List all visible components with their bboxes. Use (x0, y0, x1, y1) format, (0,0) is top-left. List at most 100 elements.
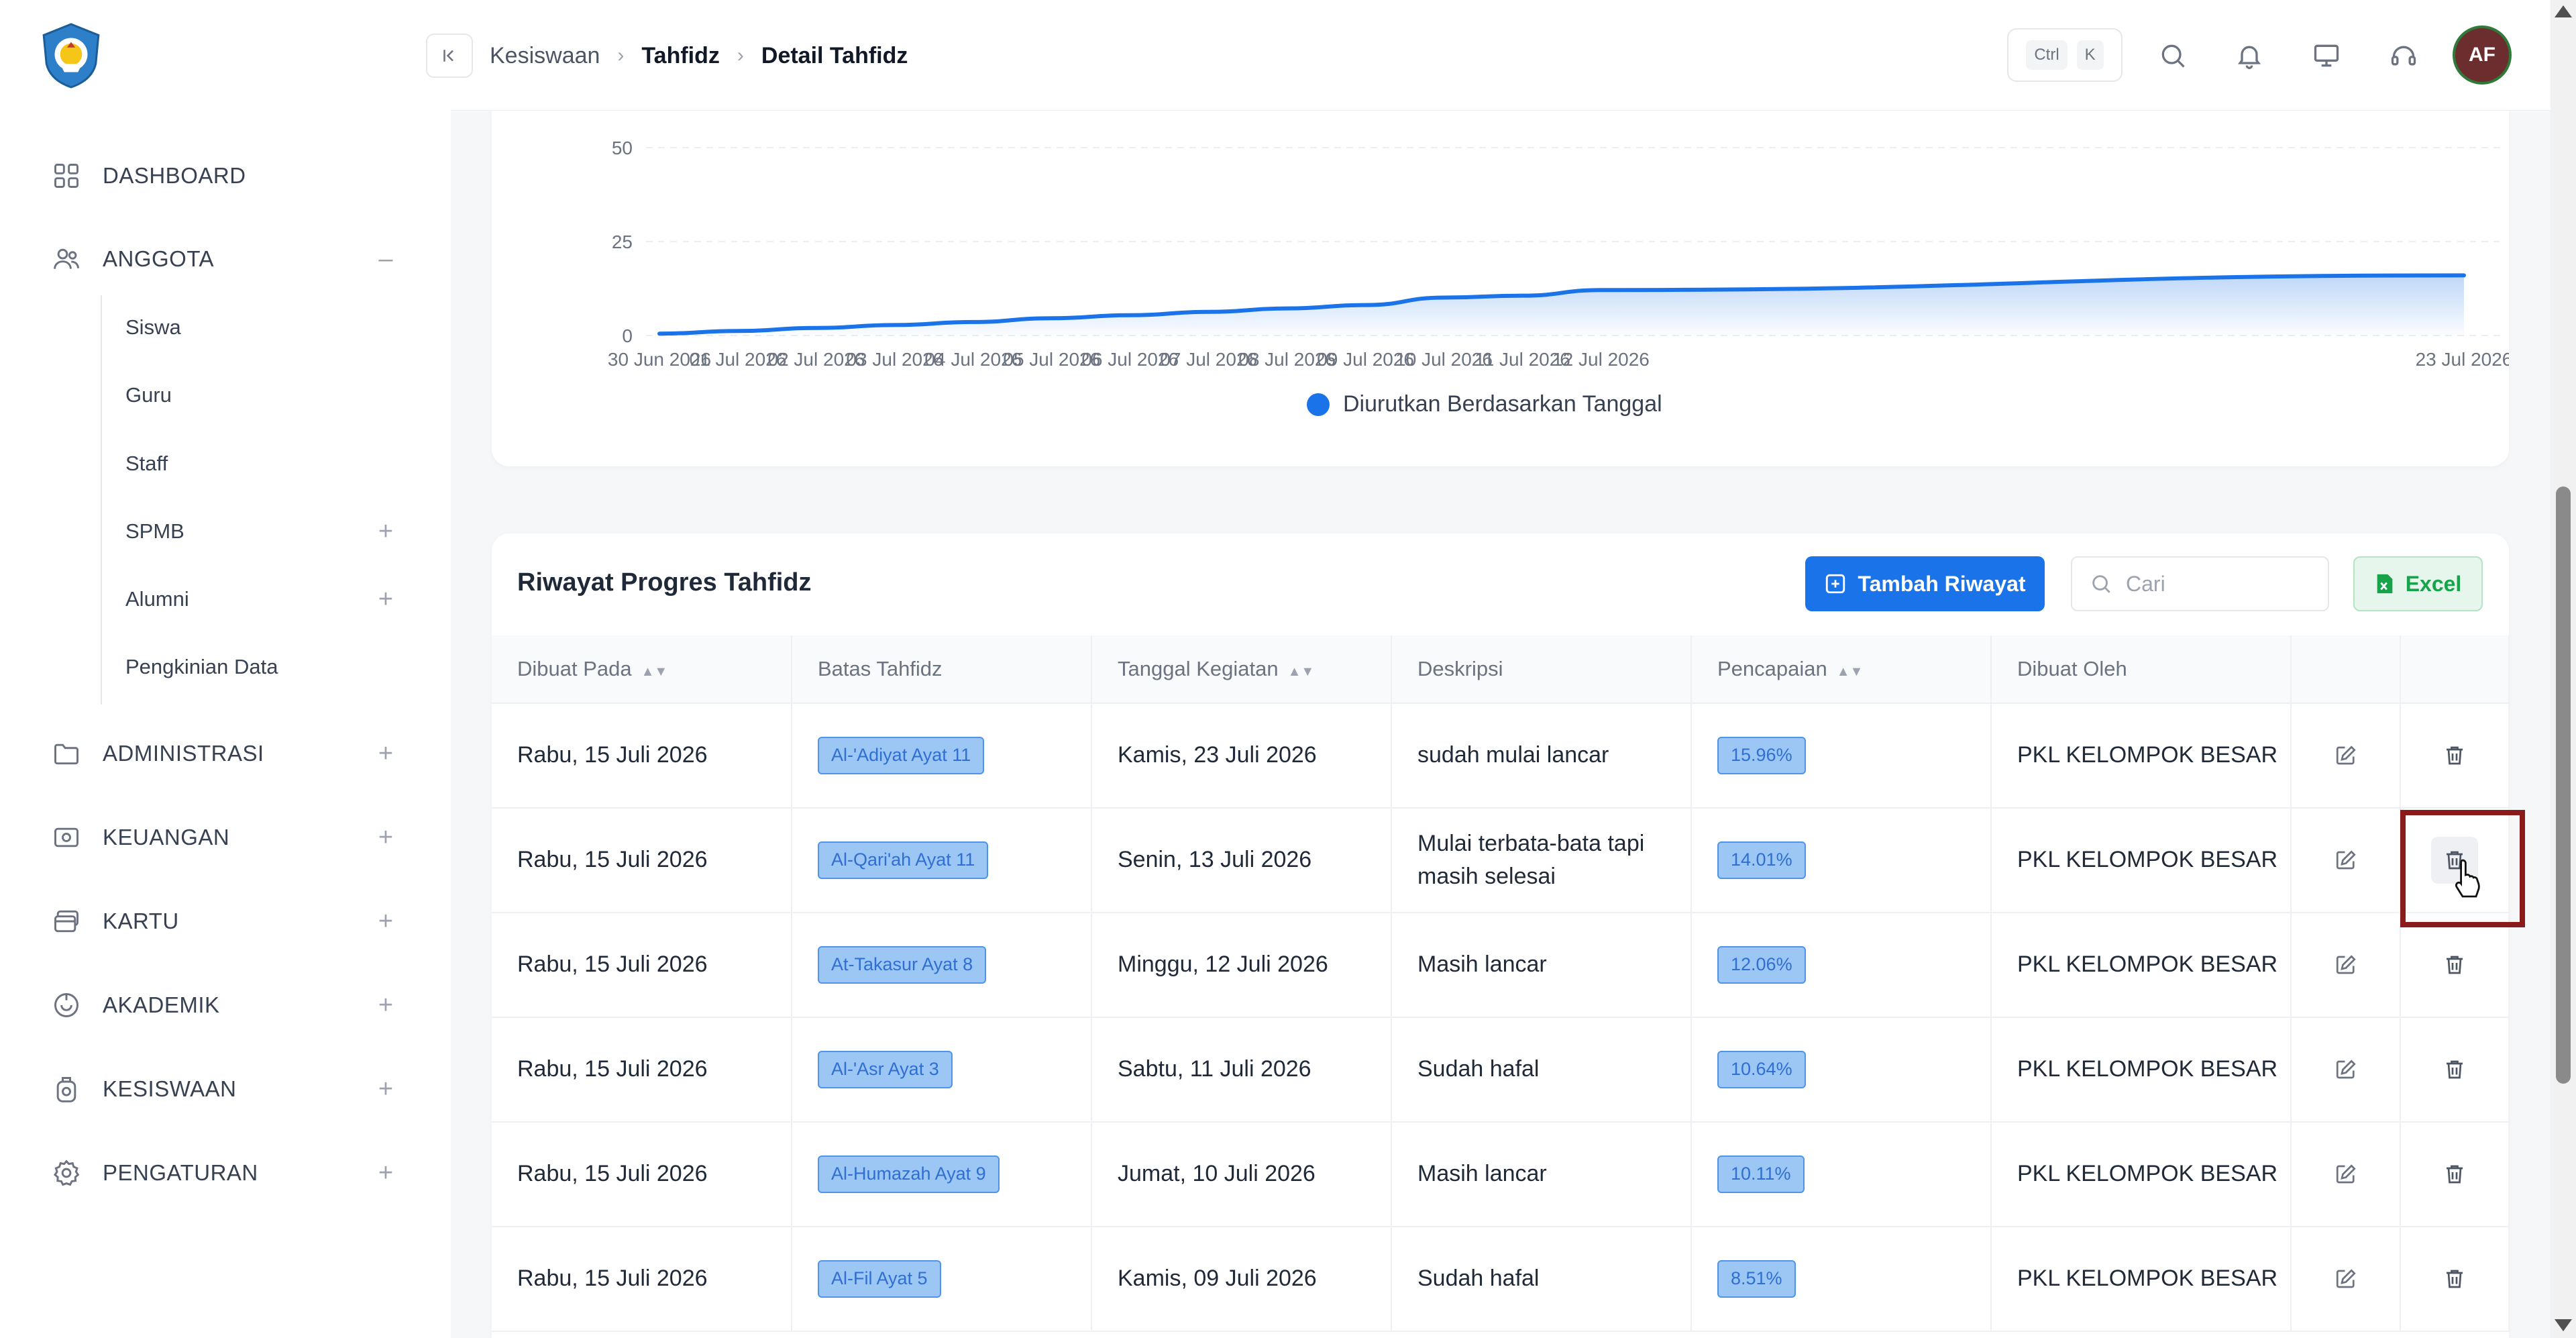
card-icon (50, 905, 83, 937)
kbd-ctrl: Ctrl (2026, 40, 2068, 70)
cell-description: Sudah hafal (1391, 1227, 1692, 1332)
chart-legend[interactable]: Diurutkan Berdasarkan Tanggal (1307, 391, 1662, 417)
sidebar-subitem-guru[interactable]: Guru (125, 375, 399, 415)
col-description: Deskripsi (1391, 635, 1692, 704)
sidebar-subitem-alumni[interactable]: Alumni + (125, 579, 399, 619)
delete-icon[interactable] (2431, 732, 2478, 779)
sort-icon[interactable]: ▲▼ (1837, 664, 1864, 679)
expand-icon[interactable]: + (372, 1159, 399, 1187)
table-row: Rabu, 15 Juli 2026 Al-Fil Ayat 5 Kamis, 09… (492, 1227, 2509, 1332)
sort-icon[interactable]: ▲▼ (1288, 664, 1315, 679)
y-tick-label: 25 (612, 231, 633, 252)
grid-icon (50, 160, 83, 192)
col-date[interactable]: Tanggal Kegiatan ▲▼ (1091, 635, 1392, 704)
expand-icon[interactable]: + (372, 517, 399, 546)
sidebar-item-pengaturan[interactable]: PENGATURAN + (50, 1149, 399, 1196)
sidebar-subitem-spmb[interactable]: SPMB + (125, 511, 399, 552)
table-title: Riwayat Progres Tahfidz (517, 568, 812, 597)
sidebar-item-administrasi[interactable]: ADMINISTRASI + (50, 730, 399, 777)
expand-icon[interactable]: + (372, 739, 399, 768)
expand-icon[interactable]: + (372, 1075, 399, 1103)
chevron-right-icon: › (617, 44, 625, 66)
sidebar-item-dashboard[interactable]: DASHBOARD (50, 152, 399, 199)
col-achievement[interactable]: Pencapaian ▲▼ (1691, 635, 1992, 704)
y-tick-label: 50 (612, 138, 633, 158)
cell-date: Kamis, 23 Juli 2026 (1091, 703, 1392, 809)
col-label: Batas Tahfidz (818, 657, 943, 680)
breadcrumb: Kesiswaan › Tahfidz › Detail Tahfidz (490, 39, 908, 72)
subitem-label: SPMB (125, 519, 184, 543)
collapse-icon[interactable]: – (372, 245, 399, 273)
cell-achievement: 14.01% (1691, 808, 1992, 913)
cell-description: Masih lancar (1391, 913, 1692, 1018)
table-row: Rabu, 15 Juli 2026 Al-Humazah Ayat 9 Jumat… (492, 1122, 2509, 1227)
sidebar-subitem-siswa[interactable]: Siswa (125, 307, 399, 348)
scroll-up-arrow-icon[interactable] (2555, 5, 2572, 17)
cell-created: Rabu, 15 Juli 2026 (492, 1017, 792, 1123)
cell-created-by: PKL KELOMPOK BESAR (1991, 1227, 2292, 1332)
edit-icon[interactable] (2322, 732, 2369, 779)
add-history-button[interactable]: Tambah Riwayat (1805, 556, 2045, 611)
folder-icon (50, 737, 83, 770)
expand-icon[interactable]: + (372, 991, 399, 1019)
collapse-sidebar-button[interactable] (426, 34, 473, 78)
bell-icon[interactable] (2230, 36, 2269, 75)
command-palette-shortcut[interactable]: Ctrl K (2007, 28, 2123, 82)
legend-label: Diurutkan Berdasarkan Tanggal (1343, 391, 1662, 417)
breadcrumb-tahfidz[interactable]: Tahfidz (641, 43, 719, 69)
sidebar-subitem-pengkinian-data[interactable]: Pengkinian Data (125, 647, 399, 687)
cell-limit: Al-Fil Ayat 5 (792, 1227, 1092, 1332)
avatar[interactable]: AF (2453, 25, 2512, 85)
cell-delete (2400, 1017, 2509, 1123)
edit-icon[interactable] (2322, 837, 2369, 884)
expand-icon[interactable]: + (372, 823, 399, 852)
delete-icon[interactable] (2431, 1255, 2478, 1302)
edit-icon[interactable] (2322, 1151, 2369, 1198)
sidebar-item-kesiswaan[interactable]: KESISWAAN + (50, 1066, 399, 1113)
sidebar-item-akademik[interactable]: AKADEMIK + (50, 982, 399, 1029)
cell-created-by: PKL KELOMPOK BESAR (1991, 1017, 2292, 1123)
col-created[interactable]: Dibuat Pada ▲▼ (492, 635, 792, 704)
sidebar-item-label: ANGGOTA (103, 246, 215, 271)
delete-icon[interactable] (2431, 941, 2478, 988)
breadcrumb-kesiswaan[interactable]: Kesiswaan (490, 43, 600, 69)
cell-achievement: 10.11% (1691, 1122, 1992, 1227)
cell-limit: Al-'Asr Ayat 3 (792, 1017, 1092, 1123)
search-icon[interactable] (2153, 36, 2192, 75)
export-excel-button[interactable]: Excel (2353, 556, 2483, 611)
col-created-by: Dibuat Oleh (1991, 635, 2292, 704)
col-delete (2400, 635, 2509, 704)
cell-created-by: PKL KELOMPOK BESAR (1991, 1122, 2292, 1227)
cell-achievement: 12.06% (1691, 913, 1992, 1018)
edit-icon[interactable] (2322, 941, 2369, 988)
scrollbar-thumb[interactable] (2556, 486, 2571, 1084)
delete-icon[interactable] (2431, 1151, 2478, 1198)
table-row: Rabu, 15 Juli 2026 Al-Qari'ah Ayat 11 Seni… (492, 808, 2509, 913)
subitem-label: Pengkinian Data (125, 655, 278, 678)
cell-description: sudah mulai lancar (1391, 703, 1692, 809)
sidebar-item-kartu[interactable]: KARTU + (50, 898, 399, 945)
sidebar-subitem-staff[interactable]: Staff (125, 444, 399, 484)
delete-icon[interactable] (2431, 1046, 2478, 1093)
cell-delete (2400, 1227, 2509, 1332)
cell-description: Sudah hafal (1391, 1017, 1692, 1123)
edit-icon[interactable] (2322, 1046, 2369, 1093)
monitor-icon[interactable] (2307, 36, 2346, 75)
expand-icon[interactable]: + (372, 585, 399, 613)
sidebar-item-label: KEUANGAN (103, 825, 230, 850)
limit-chip: Al-'Adiyat Ayat 11 (818, 737, 985, 774)
sidebar-item-label: ADMINISTRASI (103, 741, 264, 766)
search-input[interactable] (2126, 571, 2327, 597)
support-icon[interactable] (2384, 36, 2423, 75)
sidebar-item-keuangan[interactable]: KEUANGAN + (50, 814, 399, 861)
sidebar-item-anggota[interactable]: ANGGOTA – (50, 236, 399, 282)
edit-icon[interactable] (2322, 1255, 2369, 1302)
search-field[interactable] (2071, 556, 2329, 611)
cell-created-by: PKL KELOMPOK BESAR (1991, 808, 2292, 913)
kbd-k: K (2076, 40, 2104, 70)
scroll-down-arrow-icon[interactable] (2555, 1319, 2572, 1331)
expand-icon[interactable]: + (372, 907, 399, 935)
limit-chip: Al-Qari'ah Ayat 11 (818, 841, 989, 879)
col-label: Tanggal Kegiatan (1118, 657, 1279, 680)
sort-icon[interactable]: ▲▼ (641, 664, 668, 679)
